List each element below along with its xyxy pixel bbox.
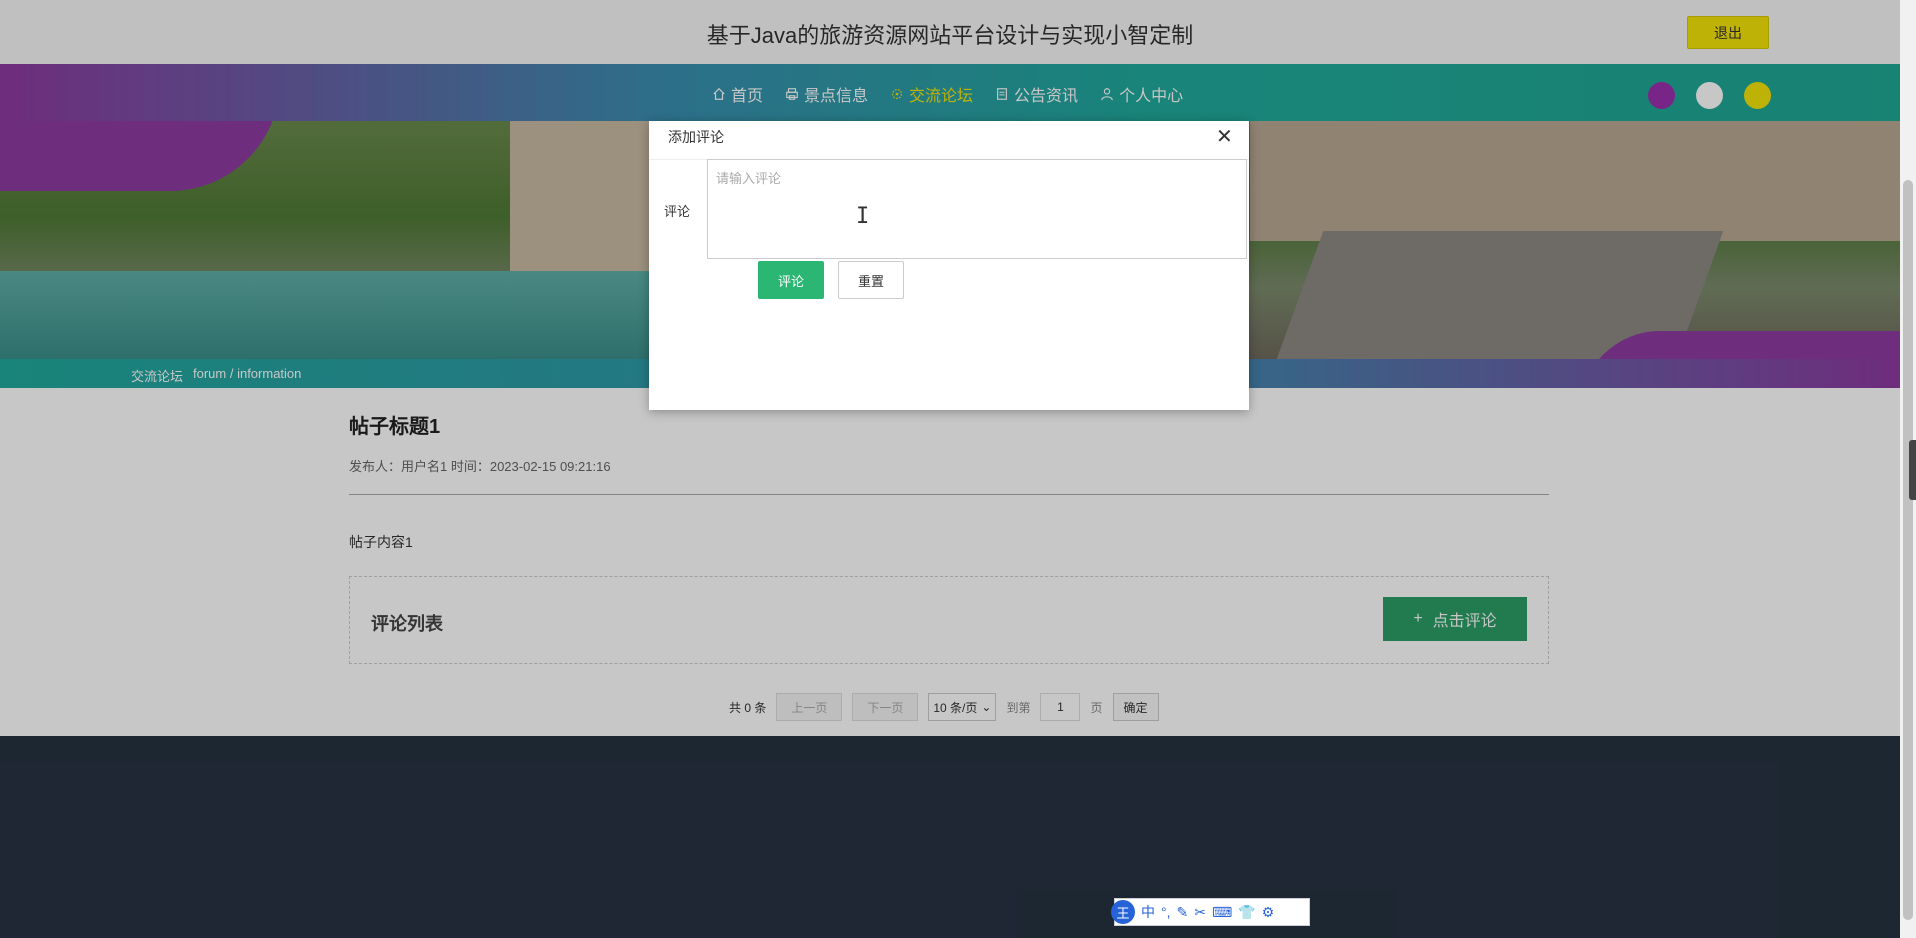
ime-mode-toggle[interactable]: 中	[1141, 902, 1155, 922]
pen-icon[interactable]: ✎	[1177, 904, 1189, 921]
comment-textarea[interactable]: 请输入评论	[707, 159, 1247, 259]
skin-icon[interactable]: 👕	[1238, 904, 1255, 921]
comment-field-label: 评论	[664, 204, 691, 219]
dialog-header: 添加评论 ✕	[649, 121, 1249, 160]
ime-toolbar: 王 中 °, ✎ ✂ ⌨ 👕 ⚙	[1111, 898, 1310, 926]
dialog-title: 添加评论	[668, 129, 724, 145]
punctuation-icon[interactable]: °,	[1161, 904, 1171, 920]
scissors-icon[interactable]: ✂	[1194, 904, 1206, 921]
side-handle[interactable]	[1909, 440, 1916, 500]
text-cursor-icon: I	[856, 204, 870, 229]
ime-logo-icon[interactable]: 王	[1111, 900, 1135, 924]
close-icon[interactable]: ✕	[1216, 124, 1233, 149]
add-comment-dialog: 添加评论 ✕ 评论 请输入评论 评论 重置	[649, 121, 1249, 410]
gear-icon[interactable]: ⚙	[1262, 904, 1275, 921]
keyboard-icon[interactable]: ⌨	[1212, 904, 1232, 921]
reset-button[interactable]: 重置	[838, 261, 904, 299]
scrollbar-thumb[interactable]	[1903, 180, 1913, 920]
submit-comment-button[interactable]: 评论	[758, 261, 824, 299]
